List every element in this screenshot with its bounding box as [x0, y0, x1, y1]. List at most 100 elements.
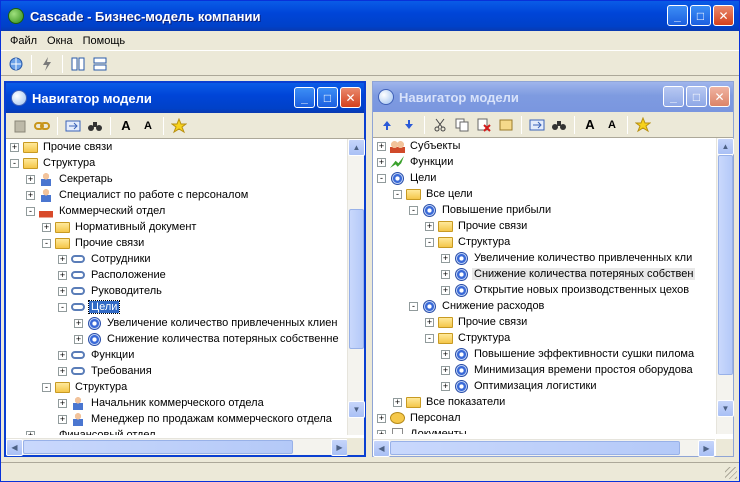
- tree-node[interactable]: + Повышение эффективности сушки пилома: [373, 346, 715, 362]
- scroll-left-button[interactable]: ◀: [6, 439, 23, 456]
- move-down-button[interactable]: [398, 115, 420, 135]
- tile-horizontal-button[interactable]: [89, 54, 111, 74]
- collapse-toggle[interactable]: -: [26, 206, 35, 216]
- tree-node[interactable]: + Персонал: [373, 410, 715, 426]
- tree-node[interactable]: + Требования: [6, 363, 348, 379]
- tree-node-label[interactable]: Структура: [456, 236, 512, 248]
- expand-toggle[interactable]: +: [441, 253, 450, 263]
- tree-node[interactable]: + Прочие связи: [373, 314, 715, 330]
- expand-toggle[interactable]: +: [441, 381, 450, 391]
- favorites-button[interactable]: [168, 116, 190, 136]
- vertical-scrollbar[interactable]: ▲ ▼: [716, 138, 734, 434]
- scroll-thumb[interactable]: [718, 155, 733, 375]
- h-scroll-thumb[interactable]: [390, 441, 680, 455]
- scroll-right-button[interactable]: ▶: [331, 439, 348, 456]
- expand-toggle[interactable]: +: [58, 350, 67, 360]
- expand-toggle[interactable]: +: [58, 366, 67, 376]
- expand-toggle[interactable]: +: [26, 430, 35, 435]
- scroll-up-button[interactable]: ▲: [348, 139, 365, 156]
- tile-vertical-button[interactable]: [67, 54, 89, 74]
- open-model-button[interactable]: [5, 54, 27, 74]
- tree-node-label[interactable]: Руководитель: [89, 285, 164, 297]
- maximize-button[interactable]: □: [690, 5, 711, 26]
- tree-node-label[interactable]: Начальник коммерческого отдела: [89, 397, 266, 409]
- tree-node[interactable]: + Все показатели: [373, 394, 715, 410]
- collapse-toggle[interactable]: -: [42, 382, 51, 392]
- tree-node-label[interactable]: Все цели: [424, 188, 475, 200]
- scroll-up-button[interactable]: ▲: [717, 138, 734, 155]
- collapse-toggle[interactable]: -: [10, 158, 19, 168]
- tree-node-label[interactable]: Оптимизация логистики: [472, 380, 598, 392]
- expand-toggle[interactable]: +: [58, 414, 67, 424]
- tree-node-label[interactable]: Менеджер по продажам коммерческого отдел…: [89, 413, 334, 425]
- tree-node-label[interactable]: Все показатели: [424, 396, 507, 408]
- collapse-toggle[interactable]: -: [393, 189, 402, 199]
- tree-node-label[interactable]: Структура: [73, 381, 129, 393]
- collapse-toggle[interactable]: -: [425, 237, 434, 247]
- tree-node[interactable]: + Оптимизация логистики: [373, 378, 715, 394]
- tree-node-label[interactable]: Снижение расходов: [440, 300, 546, 312]
- horizontal-scrollbar[interactable]: ◀ ▶: [373, 439, 715, 457]
- expand-toggle[interactable]: +: [58, 270, 67, 280]
- copy-button[interactable]: [451, 115, 473, 135]
- tree-node[interactable]: + Прочие связи: [373, 218, 715, 234]
- font-larger-button[interactable]: A: [579, 115, 601, 135]
- expand-toggle[interactable]: +: [425, 317, 434, 327]
- paste-button[interactable]: [9, 116, 31, 136]
- panel-title-bar[interactable]: Навигатор модели _ □ ✕: [373, 82, 733, 112]
- tree-node-label[interactable]: Персонал: [408, 412, 463, 424]
- tree-node[interactable]: + Менеджер по продажам коммерческого отде…: [6, 411, 348, 427]
- panel-minimize-button[interactable]: _: [663, 86, 684, 107]
- delete-button[interactable]: [473, 115, 495, 135]
- tree-node[interactable]: - Структура: [373, 234, 715, 250]
- panel-maximize-button[interactable]: □: [686, 86, 707, 107]
- menu-windows[interactable]: Окна: [42, 33, 78, 49]
- tree-node[interactable]: + Снижение количества потеряных собственн…: [6, 331, 348, 347]
- scroll-down-button[interactable]: ▼: [348, 401, 365, 418]
- tree-node-label[interactable]: Финансовый отдел: [57, 429, 158, 435]
- tree-node-label[interactable]: Открытие новых производственных цехов: [472, 284, 691, 296]
- link-button[interactable]: [31, 116, 53, 136]
- collapse-toggle[interactable]: -: [58, 302, 67, 312]
- properties-button[interactable]: [495, 115, 517, 135]
- tree-node-label[interactable]: Прочие связи: [41, 141, 114, 153]
- tree-node-label[interactable]: Специалист по работе с персоналом: [57, 189, 250, 201]
- tree-node-label[interactable]: Увеличение количество привлеченных кли: [472, 252, 694, 264]
- close-button[interactable]: ✕: [713, 5, 734, 26]
- tree-node-label[interactable]: Повышение эффективности сушки пилома: [472, 348, 696, 360]
- tree-node-label[interactable]: Цели: [408, 172, 438, 184]
- horizontal-scrollbar[interactable]: ◀ ▶: [6, 438, 348, 456]
- expand-toggle[interactable]: +: [58, 286, 67, 296]
- scroll-right-button[interactable]: ▶: [698, 440, 715, 457]
- h-scroll-thumb[interactable]: [23, 440, 293, 454]
- vertical-scrollbar[interactable]: ▲ ▼: [347, 139, 365, 435]
- tree-node[interactable]: - Прочие связи: [6, 235, 348, 251]
- tree-node[interactable]: - Структура: [6, 155, 348, 171]
- action-button[interactable]: [36, 54, 58, 74]
- scroll-left-button[interactable]: ◀: [373, 440, 390, 457]
- panel-close-button[interactable]: ✕: [709, 86, 730, 107]
- tree-node[interactable]: + Секретарь: [6, 171, 348, 187]
- tree-node-label[interactable]: Прочие связи: [73, 237, 146, 249]
- collapse-toggle[interactable]: -: [377, 173, 386, 183]
- expand-toggle[interactable]: +: [441, 285, 450, 295]
- scroll-down-button[interactable]: ▼: [717, 400, 734, 417]
- expand-toggle[interactable]: +: [58, 398, 67, 408]
- menu-help[interactable]: Помощь: [78, 33, 131, 49]
- expand-toggle[interactable]: +: [425, 221, 434, 231]
- tree-node[interactable]: + Функции: [373, 154, 715, 170]
- expand-toggle[interactable]: +: [441, 349, 450, 359]
- tree-node[interactable]: + Субъекты: [373, 138, 715, 154]
- expand-toggle[interactable]: +: [74, 318, 83, 328]
- expand-toggle[interactable]: +: [377, 157, 386, 167]
- expand-toggle[interactable]: +: [74, 334, 83, 344]
- font-smaller-button[interactable]: A: [137, 116, 159, 136]
- tree-node[interactable]: - Структура: [6, 379, 348, 395]
- tree-node-label[interactable]: Увеличение количество привлеченных клиен: [105, 317, 339, 329]
- menu-file[interactable]: Файл: [5, 33, 42, 49]
- sync-button[interactable]: [526, 115, 548, 135]
- expand-toggle[interactable]: +: [10, 142, 19, 152]
- tree-node[interactable]: + Увеличение количество привлеченных кли: [373, 250, 715, 266]
- tree-node[interactable]: + Специалист по работе с персоналом: [6, 187, 348, 203]
- font-larger-button[interactable]: A: [115, 116, 137, 136]
